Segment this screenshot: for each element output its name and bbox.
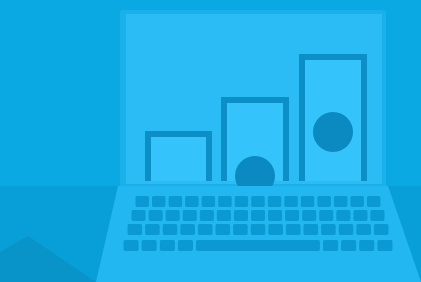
keyboard-key — [353, 210, 368, 221]
keyboard-key — [300, 196, 315, 207]
keyboard-key — [162, 224, 178, 235]
keyboard-key — [251, 210, 266, 221]
keyboard-key — [323, 240, 339, 251]
keyboard-key — [215, 224, 231, 235]
keyboard-key — [285, 224, 301, 235]
keyboard-key — [350, 196, 364, 207]
keyboard-key — [199, 210, 214, 221]
keyboard-key — [165, 210, 180, 221]
keyboard-key — [135, 196, 149, 207]
keyboard-key — [127, 224, 143, 235]
keyboard-key — [333, 196, 348, 207]
keyboard-key — [336, 210, 351, 221]
laptop-icon — [96, 10, 421, 282]
keyboard-key — [338, 224, 354, 235]
keyboard-key — [197, 224, 213, 235]
keyboard-key — [185, 196, 199, 207]
illustration-canvas — [0, 0, 421, 282]
keyboard-key — [233, 224, 248, 235]
keyboard-key — [216, 210, 231, 221]
keyboard-key — [370, 210, 385, 221]
keyboard-key — [317, 196, 331, 207]
keyboard-key — [145, 224, 160, 235]
keyboard-key — [201, 196, 216, 207]
keyboard-key — [377, 240, 393, 251]
keyboard-key — [131, 210, 146, 221]
keyboard-key — [177, 240, 193, 251]
keyboard-key — [250, 224, 266, 235]
keyboard-key — [303, 224, 319, 235]
keyboard-key — [302, 210, 317, 221]
keyboard-key — [321, 224, 336, 235]
keyboard-key — [367, 196, 381, 207]
keyboard-spacebar — [196, 240, 320, 251]
keyboard-key — [148, 210, 163, 221]
keyboard-key — [180, 224, 195, 235]
keyboard-key — [356, 224, 371, 235]
keyboard-key — [341, 240, 357, 251]
keyboard-key — [182, 210, 197, 221]
keyboard-key — [267, 196, 282, 207]
keyboard-key — [251, 196, 265, 207]
keyboard-key — [234, 196, 249, 207]
laptop-money-illustration — [0, 0, 421, 282]
keyboard-key — [123, 240, 139, 251]
banknote-stack-large — [299, 54, 367, 181]
keyboard-key — [141, 240, 157, 251]
keyboard-key — [159, 240, 175, 251]
keyboard-key — [218, 196, 232, 207]
keyboard-key — [152, 196, 166, 207]
keyboard-key — [285, 210, 300, 221]
keyboard-key — [268, 210, 283, 221]
keyboard-key — [319, 210, 334, 221]
banknote-stack-small — [145, 131, 212, 181]
keyboard-key — [268, 224, 283, 235]
keyboard-key — [284, 196, 298, 207]
keyboard-key — [168, 196, 183, 207]
keyboard-key — [373, 224, 389, 235]
keyboard-key — [233, 210, 248, 221]
keyboard-key — [359, 240, 375, 251]
